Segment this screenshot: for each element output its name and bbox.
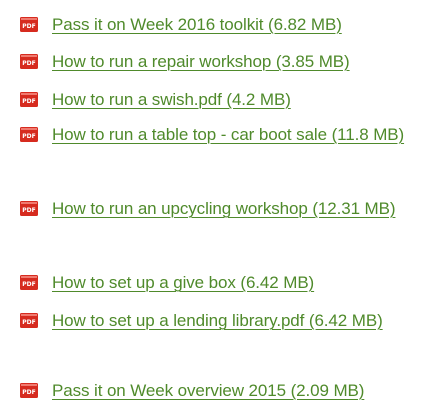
svg-text:PDF: PDF xyxy=(22,281,35,288)
pdf-icon: PDF xyxy=(20,92,38,107)
file-download-link[interactable]: How to run a repair workshop (3.85 MB) xyxy=(52,48,432,76)
file-download-link[interactable]: Pass it on Week 2016 toolkit (6.82 MB) xyxy=(52,11,432,39)
pdf-icon: PDF xyxy=(20,383,38,398)
pdf-icon: PDF xyxy=(20,275,38,290)
file-download-link[interactable]: How to set up a give box (6.42 MB) xyxy=(52,269,432,297)
pdf-icon: PDF xyxy=(20,313,38,328)
pdf-icon: PDF xyxy=(20,201,38,216)
file-download-link[interactable]: How to run a table top - car boot sale (… xyxy=(52,121,432,149)
file-download-link[interactable]: Pass it on Week overview 2015 (2.09 MB) xyxy=(52,377,432,405)
svg-text:PDF: PDF xyxy=(22,207,35,214)
svg-text:PDF: PDF xyxy=(22,319,35,326)
svg-text:PDF: PDF xyxy=(22,98,35,105)
pdf-icon: PDF xyxy=(20,127,38,142)
pdf-icon: PDF xyxy=(20,17,38,32)
svg-text:PDF: PDF xyxy=(22,133,35,140)
file-download-link[interactable]: How to run an upcycling workshop (12.31 … xyxy=(52,195,432,223)
svg-text:PDF: PDF xyxy=(22,60,35,67)
file-download-link[interactable]: How to run a swish.pdf (4.2 MB) xyxy=(52,86,432,114)
svg-text:PDF: PDF xyxy=(22,23,35,30)
svg-text:PDF: PDF xyxy=(22,389,35,396)
file-download-link[interactable]: How to set up a lending library.pdf (6.4… xyxy=(52,307,432,335)
pdf-icon: PDF xyxy=(20,54,38,69)
